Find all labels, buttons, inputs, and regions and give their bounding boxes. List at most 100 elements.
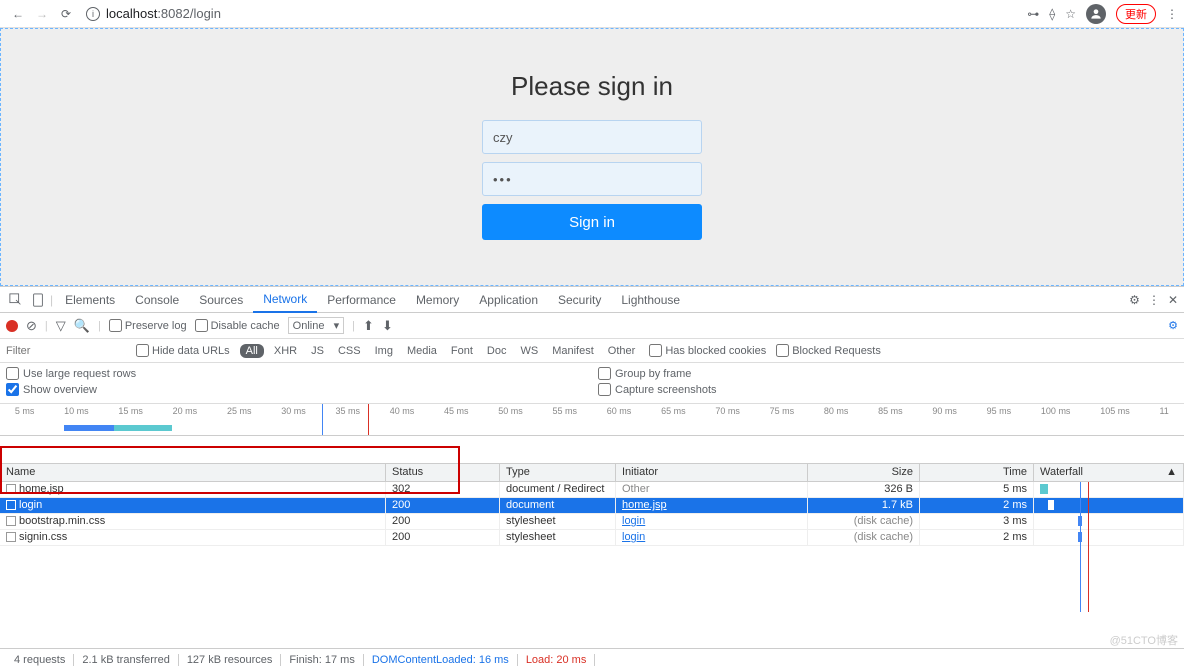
filter-bar: Hide data URLs All XHR JS CSS Img Media Font Do… [0, 339, 1184, 363]
download-icon[interactable]: ⬇ [382, 318, 393, 334]
hide-data-urls-checkbox[interactable]: Hide data URLs [136, 344, 230, 357]
filter-input[interactable] [6, 345, 126, 357]
timeline-overview[interactable]: 5 ms10 ms15 ms20 ms25 ms30 ms35 ms40 ms4… [0, 404, 1184, 436]
timeline-tick: 90 ms [932, 406, 957, 416]
devtools-panel: | ElementsConsoleSourcesNetworkPerforman… [0, 286, 1184, 612]
back-button[interactable]: ← [6, 2, 30, 26]
col-name[interactable]: Name [0, 464, 386, 481]
load-line [368, 404, 369, 435]
tab-security[interactable]: Security [548, 287, 611, 313]
watermark: @51CTO博客 [1110, 632, 1178, 648]
filter-type-css[interactable]: CSS [334, 344, 365, 358]
preserve-log-checkbox[interactable]: Preserve log [109, 319, 187, 332]
profile-avatar[interactable] [1086, 4, 1106, 24]
timeline-tick: 15 ms [118, 406, 143, 416]
device-icon[interactable] [28, 290, 48, 310]
timeline-tick: 25 ms [227, 406, 252, 416]
timeline-tick: 35 ms [335, 406, 360, 416]
sb-load: Load: 20 ms [518, 654, 596, 666]
tab-performance[interactable]: Performance [317, 287, 406, 313]
key-icon[interactable]: ⊶ [1027, 7, 1039, 21]
col-type[interactable]: Type [500, 464, 616, 481]
table-row[interactable]: home.jsp302document / RedirectOther326 B… [0, 482, 1184, 498]
disable-cache-checkbox[interactable]: Disable cache [195, 319, 280, 332]
blocked-cookies-checkbox[interactable]: Has blocked cookies [649, 344, 766, 357]
screenshots-checkbox[interactable]: Capture screenshots [598, 383, 1178, 396]
timeline-tick: 100 ms [1041, 406, 1071, 416]
update-button[interactable]: 更新 [1116, 4, 1156, 24]
filter-type-xhr[interactable]: XHR [270, 344, 301, 358]
clear-icon[interactable]: ⊘ [26, 318, 37, 334]
col-initiator[interactable]: Initiator [616, 464, 808, 481]
filter-type-ws[interactable]: WS [516, 344, 542, 358]
timeline-tick: 60 ms [607, 406, 632, 416]
filter-type-img[interactable]: Img [371, 344, 397, 358]
upload-icon[interactable]: ⬆ [363, 318, 374, 334]
group-frame-checkbox[interactable]: Group by frame [598, 367, 1178, 380]
tab-application[interactable]: Application [469, 287, 548, 313]
timeline-tick: 20 ms [173, 406, 198, 416]
close-devtools-icon[interactable]: ✕ [1168, 293, 1178, 307]
col-waterfall[interactable]: Waterfall▲ [1034, 464, 1184, 481]
site-info-icon[interactable]: i [86, 7, 100, 21]
dom-content-line [322, 404, 323, 435]
url-host: localhost [106, 6, 157, 21]
filter-type-font[interactable]: Font [447, 344, 477, 358]
devtools-tabs: | ElementsConsoleSourcesNetworkPerforman… [0, 287, 1184, 313]
translate-icon[interactable]: ⟠ [1049, 7, 1055, 21]
options-row: Use large request rows Show overview Gro… [0, 363, 1184, 404]
timeline-tick: 50 ms [498, 406, 523, 416]
record-button[interactable] [6, 320, 18, 332]
forward-button[interactable]: → [30, 2, 54, 26]
username-input[interactable] [482, 120, 702, 154]
tab-console[interactable]: Console [125, 287, 189, 313]
col-size[interactable]: Size [808, 464, 920, 481]
throttle-select[interactable]: Online ▾ [288, 317, 345, 334]
network-settings-icon[interactable]: ⚙ [1168, 319, 1178, 332]
table-row[interactable]: signin.css200stylesheetlogin(disk cache)… [0, 530, 1184, 546]
filter-type-all[interactable]: All [240, 344, 264, 358]
table-row[interactable]: login200documenthome.jsp1.7 kB2 ms [0, 498, 1184, 514]
filter-type-doc[interactable]: Doc [483, 344, 511, 358]
address-bar[interactable]: i localhost:8082/login [86, 6, 1019, 21]
tab-elements[interactable]: Elements [55, 287, 125, 313]
sb-resources: 127 kB resources [179, 654, 282, 666]
sb-domcontent: DOMContentLoaded: 16 ms [364, 654, 518, 666]
inspect-icon[interactable] [6, 290, 26, 310]
timeline-tick: 65 ms [661, 406, 686, 416]
timeline-tick: 30 ms [281, 406, 306, 416]
page-viewport: Please sign in Sign in [0, 28, 1184, 286]
timeline-tick: 85 ms [878, 406, 903, 416]
menu-icon[interactable]: ⋮ [1166, 7, 1178, 21]
table-row[interactable]: bootstrap.min.css200stylesheetlogin(disk… [0, 514, 1184, 530]
table-header[interactable]: Name Status Type Initiator Size Time Wat… [0, 464, 1184, 482]
tab-lighthouse[interactable]: Lighthouse [611, 287, 690, 313]
filter-toggle-icon[interactable]: ▽ [56, 318, 66, 334]
settings-icon[interactable]: ⚙ [1129, 293, 1140, 307]
filter-type-manifest[interactable]: Manifest [548, 344, 598, 358]
reload-button[interactable]: ⟳ [54, 2, 78, 26]
signin-button[interactable]: Sign in [482, 204, 702, 240]
large-rows-checkbox[interactable]: Use large request rows [6, 367, 586, 380]
bookmark-icon[interactable]: ☆ [1065, 7, 1076, 21]
timeline-tick: 11 [1159, 406, 1168, 416]
blocked-requests-checkbox[interactable]: Blocked Requests [776, 344, 881, 357]
col-time[interactable]: Time [920, 464, 1034, 481]
filter-type-other[interactable]: Other [604, 344, 640, 358]
col-status[interactable]: Status [386, 464, 500, 481]
timeline-tick: 10 ms [64, 406, 89, 416]
tab-memory[interactable]: Memory [406, 287, 469, 313]
more-icon[interactable]: ⋮ [1148, 293, 1160, 307]
network-toolbar: ⊘ | ▽ 🔍 | Preserve log Disable cache Onl… [0, 313, 1184, 339]
filter-type-media[interactable]: Media [403, 344, 441, 358]
search-icon[interactable]: 🔍 [74, 318, 90, 334]
timeline-tick: 5 ms [15, 406, 35, 416]
filter-type-js[interactable]: JS [307, 344, 328, 358]
tab-network[interactable]: Network [253, 287, 317, 313]
tab-sources[interactable]: Sources [189, 287, 253, 313]
show-overview-checkbox[interactable]: Show overview [6, 383, 586, 396]
password-input[interactable] [482, 162, 702, 196]
timeline-tick: 95 ms [987, 406, 1012, 416]
browser-toolbar: ← → ⟳ i localhost:8082/login ⊶ ⟠ ☆ 更新 ⋮ [0, 0, 1184, 28]
sb-transferred: 2.1 kB transferred [74, 654, 178, 666]
